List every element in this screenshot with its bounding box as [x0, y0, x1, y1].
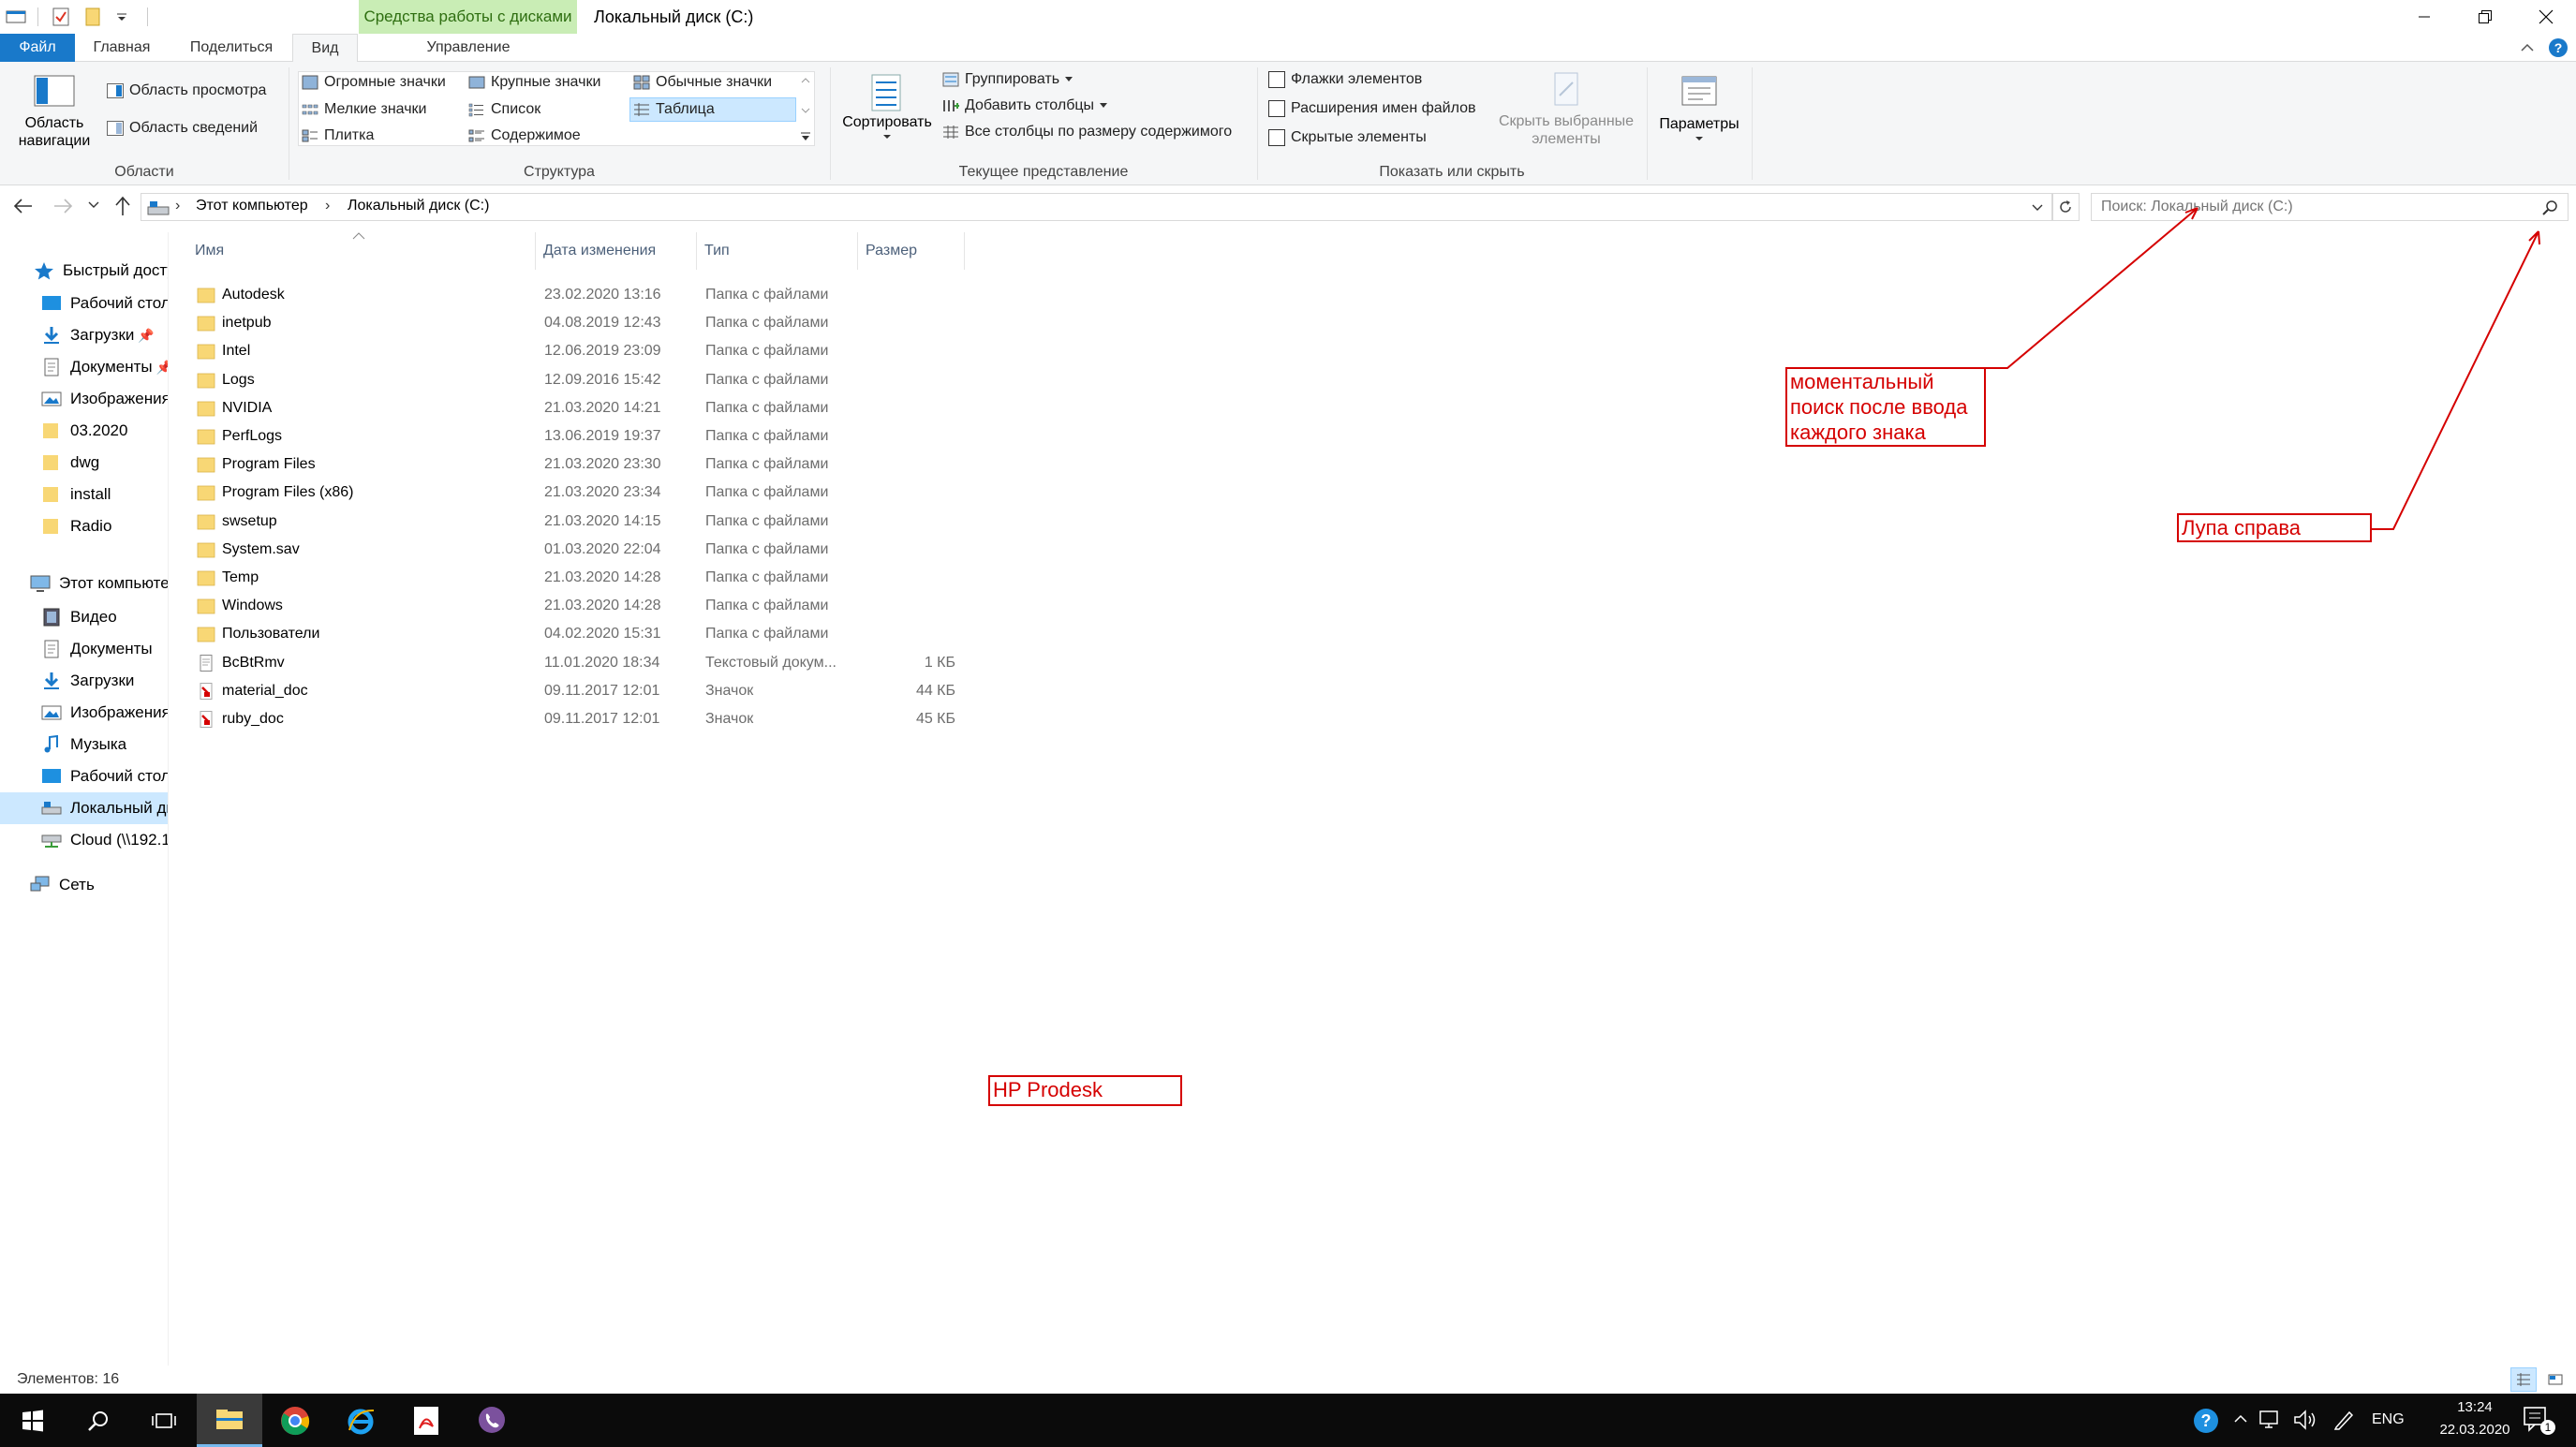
status-bar: Элементов: 16 [0, 1366, 2576, 1394]
internet-explorer-icon [348, 1409, 375, 1434]
show-hidden-icons-button[interactable] [2233, 1412, 2248, 1425]
taskbar-acrobat[interactable] [393, 1394, 459, 1447]
explorer-window: Средства работы с дисками Локальный диск… [0, 0, 2576, 1447]
annotation-instant-search: моментальный поиск после ввода каждого з… [1785, 367, 1986, 447]
details-view-toggle[interactable] [2510, 1367, 2537, 1392]
annotation-hp-prodesk: HP Prodesk [988, 1075, 1182, 1106]
taskbar-internet-explorer[interactable] [328, 1394, 393, 1447]
annotation-magnifier-right: Лупа справа [2177, 513, 2372, 542]
notification-count: 1 [2540, 1420, 2555, 1435]
annotation-line: поиск после ввода [1790, 395, 1968, 419]
annotation-line: каждого знака [1790, 421, 1926, 444]
windows-logo-icon [22, 1410, 43, 1431]
annotation-arrow-search [1986, 207, 2198, 369]
task-view-icon [152, 1412, 176, 1428]
task-view-button[interactable] [131, 1394, 197, 1447]
taskbar-search-button[interactable] [66, 1394, 131, 1447]
start-button[interactable] [0, 1394, 66, 1447]
taskbar-chrome[interactable] [262, 1394, 328, 1447]
viber-icon [479, 1406, 505, 1433]
annotation-line: моментальный [1790, 370, 1934, 393]
large-icons-view-icon [2548, 1374, 2563, 1385]
taskbar-explorer[interactable] [197, 1394, 262, 1447]
pen-tray-icon[interactable] [2332, 1409, 2355, 1431]
search-icon [88, 1410, 108, 1431]
volume-tray-icon[interactable] [2293, 1409, 2319, 1431]
chevron-up-icon [2234, 1414, 2247, 1423]
chrome-icon [281, 1406, 310, 1435]
annotation-arrows [1986, 207, 2540, 530]
input-language[interactable]: ENG [2372, 1411, 2405, 1428]
details-view-icon [2517, 1373, 2530, 1386]
taskbar: ? ENG 13:24 22.03.2020 1 [0, 1394, 2576, 1447]
item-count: Элементов: 16 [17, 1371, 120, 1387]
file-explorer-icon [216, 1410, 243, 1429]
taskbar-viber[interactable] [459, 1394, 525, 1447]
pdf-reader-icon [414, 1406, 438, 1435]
svg-text:?: ? [2201, 1411, 2212, 1430]
large-icons-view-toggle[interactable] [2542, 1367, 2569, 1392]
action-center-button[interactable]: 1 [2522, 1405, 2559, 1439]
clock-time[interactable]: 13:24 [2432, 1399, 2518, 1415]
help-tray-icon[interactable]: ? [2192, 1407, 2220, 1435]
clock-date[interactable]: 22.03.2020 [2432, 1422, 2518, 1438]
annotation-arrow-magnifier [2372, 230, 2539, 530]
network-tray-icon[interactable] [2259, 1409, 2284, 1431]
